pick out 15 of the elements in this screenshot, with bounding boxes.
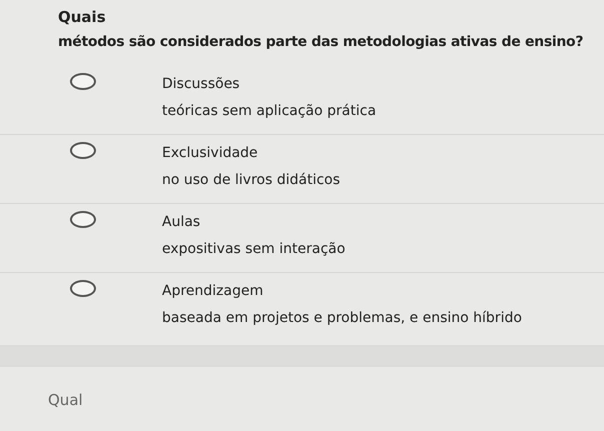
option-detail: no uso de livros didáticos: [162, 172, 340, 188]
question-text: métodos são considerados parte das metodologias ativas de ensino?: [58, 34, 584, 52]
option-label: Aulas: [162, 214, 202, 232]
radio-button[interactable]: [70, 211, 96, 228]
option-detail: teóricas sem aplicação prática: [162, 103, 376, 119]
radio-button[interactable]: [70, 280, 96, 297]
option-label: Aprendizagem: [162, 283, 264, 301]
option-label: Exclusividade: [162, 145, 259, 163]
radio-button[interactable]: [70, 73, 96, 90]
question-title: Qual: [48, 391, 84, 409]
option-detail: expositivas sem interação: [162, 241, 346, 257]
option-label: Discussões: [162, 76, 241, 94]
radio-button[interactable]: [70, 142, 96, 159]
question-title: Quais: [58, 8, 107, 28]
option-detail: baseada em projetos e problemas, e ensino híbrido: [162, 310, 522, 326]
